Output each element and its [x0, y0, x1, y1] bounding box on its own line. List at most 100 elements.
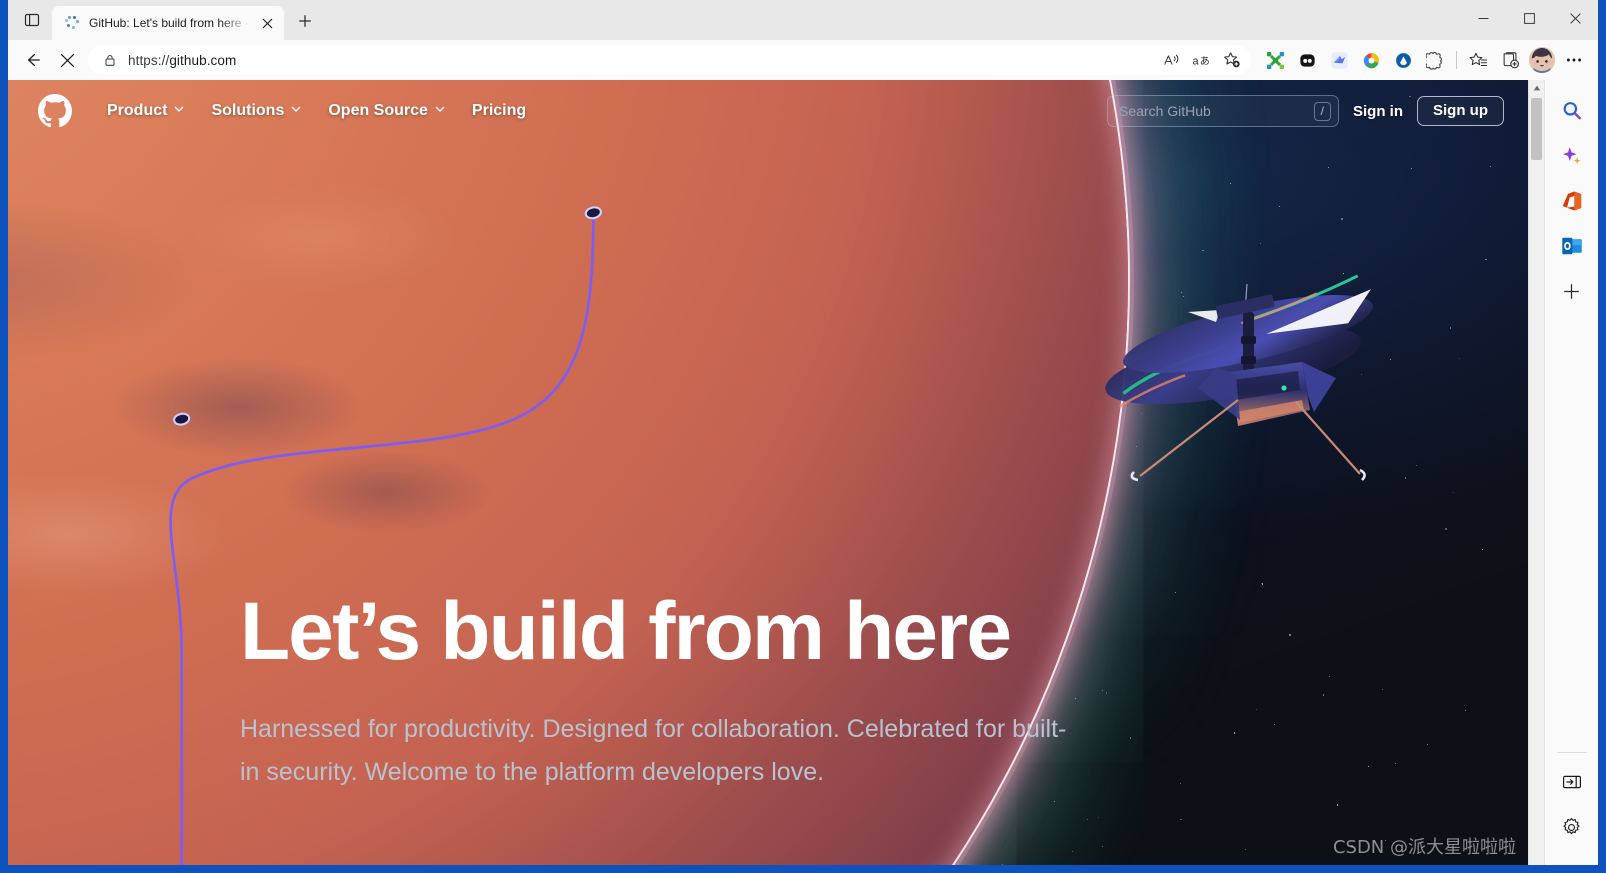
- window-close-button[interactable]: [1552, 0, 1598, 36]
- tab-close-button[interactable]: [256, 12, 278, 34]
- extensions-bar: [1259, 45, 1590, 75]
- sidebar-office-button[interactable]: [1555, 184, 1589, 218]
- browser-extensions-button[interactable]: [1419, 45, 1451, 75]
- read-aloud-button[interactable]: [1157, 47, 1187, 73]
- site-info-button[interactable]: [100, 53, 120, 67]
- csdn-watermark: CSDN @派大星啦啦啦: [1332, 837, 1516, 858]
- github-mark-icon: [38, 94, 72, 128]
- scroll-up-arrow: [1533, 85, 1540, 91]
- back-button[interactable]: [16, 45, 50, 75]
- plus-icon: [299, 15, 311, 27]
- chevron-down-icon: [290, 102, 302, 120]
- blue-drop-extension-button[interactable]: [1387, 45, 1419, 75]
- nav-item-solutions[interactable]: Solutions: [198, 96, 315, 126]
- web-page-viewport: Product Solutions Open Source Pricing Se…: [8, 80, 1528, 865]
- nav-item-open-source[interactable]: Open Source: [315, 96, 459, 126]
- browser-window: GitHub: Let's build from here · Gi https…: [0, 0, 1606, 873]
- edge-sidebar: [1544, 80, 1598, 865]
- nav-item-label: Pricing: [471, 102, 527, 119]
- toolbar-divider: [1456, 51, 1457, 69]
- office-icon: [1562, 191, 1581, 211]
- copilot-sparkle-icon: [1562, 147, 1581, 165]
- nav-item-label: Product: [107, 102, 168, 119]
- favorites-button[interactable]: [1462, 45, 1494, 75]
- github-home-link[interactable]: [38, 94, 72, 128]
- window-controls: [1460, 0, 1598, 36]
- url-scheme: https://: [128, 52, 170, 68]
- sidebar-add-app-button[interactable]: [1555, 274, 1589, 308]
- color-ring-extension-icon: [1363, 52, 1379, 68]
- browser-tab[interactable]: GitHub: Let's build from here · Gi: [52, 6, 284, 40]
- tab-strip: GitHub: Let's build from here · Gi: [8, 0, 1598, 40]
- tab-actions-menu-button[interactable]: [14, 3, 50, 37]
- sidebar-outlook-button[interactable]: [1555, 229, 1589, 263]
- read-aloud-icon: [1164, 54, 1179, 65]
- stop-loading-button[interactable]: [50, 45, 84, 75]
- scroll-up-button[interactable]: [1529, 80, 1545, 96]
- tab-actions-icon: [24, 13, 40, 27]
- expand-sidebar-button[interactable]: [1555, 765, 1589, 799]
- blue-bird-extension-button[interactable]: [1323, 45, 1355, 75]
- browser-extensions-icon: [1425, 51, 1442, 70]
- nav-item-pricing[interactable]: Pricing: [459, 96, 539, 126]
- hero-copy: Let’s build from here Harnessed for prod…: [240, 590, 1200, 794]
- blue-drop-extension-icon: [1395, 52, 1411, 68]
- sidebar-settings-button[interactable]: [1555, 810, 1589, 844]
- sidebar-settings-gear-icon: [1563, 817, 1580, 834]
- minimize-icon: [1478, 17, 1488, 19]
- search-icon: [1563, 102, 1581, 120]
- close-icon: [262, 18, 272, 28]
- sign-in-link[interactable]: Sign in: [1353, 103, 1403, 120]
- collections-button[interactable]: [1494, 45, 1526, 75]
- chevron-down-icon: [434, 102, 446, 120]
- puzzle-grid-extension-button[interactable]: [1259, 45, 1291, 75]
- tab-title: GitHub: Let's build from here · Gi: [89, 16, 256, 30]
- chevron-down-icon: [173, 102, 185, 120]
- avatar: [1529, 47, 1555, 73]
- add-favorite-button[interactable]: [1217, 47, 1247, 73]
- nav-item-label: Open Source: [328, 102, 428, 119]
- address-bar-url: https://github.com: [128, 53, 1157, 68]
- hero-subtitle: Harnessed for productivity. Designed for…: [240, 714, 1067, 786]
- stop-icon: [60, 53, 74, 67]
- color-ring-extension-button[interactable]: [1355, 45, 1387, 75]
- add-sidebar-app-icon: [1564, 283, 1579, 299]
- page-title: Let’s build from here: [240, 586, 1012, 677]
- search-shortcut-badge: /: [1313, 101, 1331, 121]
- settings-and-more-icon: [1566, 58, 1582, 62]
- sign-up-button[interactable]: Sign up: [1417, 96, 1504, 126]
- profile-avatar[interactable]: [1529, 47, 1555, 73]
- address-bar-actions: a あ: [1157, 47, 1247, 73]
- puzzle-grid-extension-icon: [1266, 51, 1284, 69]
- favorites-icon: [1469, 52, 1487, 66]
- address-bar[interactable]: https://github.com a あ: [88, 45, 1251, 75]
- nav-item-label: Solutions: [211, 102, 285, 119]
- github-primary-nav: Product Solutions Open Source Pricing: [94, 96, 539, 126]
- sidebar-bottom-group: [1545, 752, 1598, 855]
- outlook-icon: [1561, 237, 1582, 255]
- loading-spinner-icon: [64, 15, 80, 31]
- url-host: github.com: [169, 52, 237, 68]
- dark-rounded-extension-button[interactable]: [1291, 45, 1323, 75]
- github-site-header: Product Solutions Open Source Pricing Se…: [8, 80, 1528, 142]
- nav-item-product[interactable]: Product: [94, 96, 198, 126]
- github-search-placeholder: Search GitHub: [1119, 103, 1211, 119]
- page-scrollbar[interactable]: [1528, 80, 1544, 865]
- vertical-scroll-thumb[interactable]: [1531, 98, 1542, 160]
- sidebar-search-button[interactable]: [1555, 94, 1589, 128]
- close-icon: [1569, 12, 1581, 24]
- new-tab-button[interactable]: [290, 6, 320, 36]
- svg-text:a: a: [1192, 55, 1199, 67]
- lock-icon: [105, 54, 115, 66]
- translate-button[interactable]: a あ: [1187, 47, 1217, 73]
- blue-bird-extension-icon: [1330, 51, 1348, 69]
- maximize-button[interactable]: [1506, 0, 1552, 36]
- github-search-input[interactable]: Search GitHub /: [1107, 95, 1339, 127]
- translate-icon: a あ: [1192, 55, 1210, 67]
- svg-text:あ: あ: [1200, 55, 1210, 67]
- minimize-button[interactable]: [1460, 0, 1506, 36]
- sidebar-copilot-button[interactable]: [1555, 139, 1589, 173]
- browser-window-inner: GitHub: Let's build from here · Gi https…: [8, 0, 1598, 865]
- maximize-icon: [1523, 12, 1535, 24]
- settings-and-more-button[interactable]: [1558, 45, 1590, 75]
